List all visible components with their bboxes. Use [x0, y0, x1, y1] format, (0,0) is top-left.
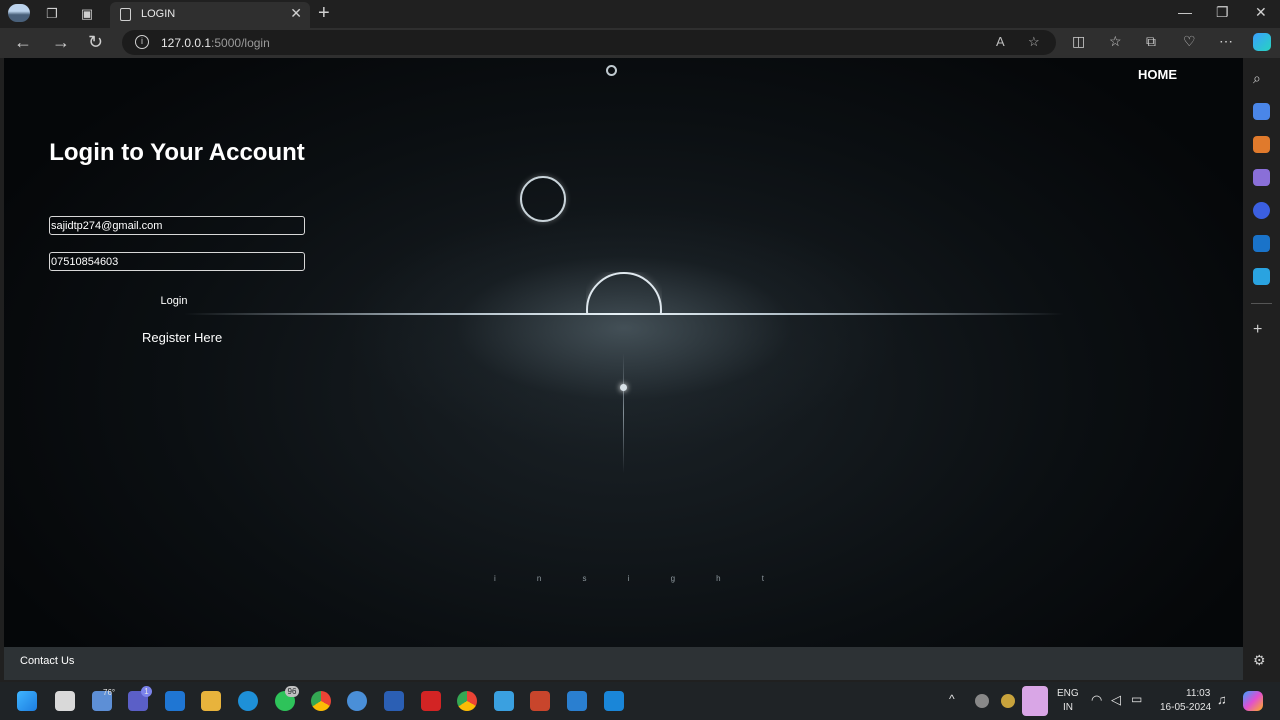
page-icon [120, 8, 131, 21]
bg-letter: i [627, 574, 630, 583]
teams-badge: 1 [141, 686, 152, 697]
bg-letter: t [761, 574, 764, 583]
decorative-ring [520, 176, 566, 222]
search-icon[interactable]: ⌕ [1253, 70, 1270, 87]
close-tab-icon[interactable]: ✕ [290, 5, 302, 22]
drop-icon[interactable] [1253, 268, 1270, 285]
chrome-icon[interactable] [311, 691, 331, 711]
split-screen-icon[interactable]: ◫ [1072, 33, 1085, 50]
bg-letter: h [716, 574, 721, 583]
word-icon[interactable] [384, 691, 404, 711]
new-tab-icon[interactable]: + [318, 2, 330, 25]
workspaces-icon[interactable]: ❐ [43, 5, 61, 23]
tab-title: LOGIN [141, 8, 176, 20]
read-aloud-icon[interactable]: A [996, 34, 1005, 49]
email-input[interactable] [49, 216, 305, 235]
shopping-icon[interactable] [1253, 103, 1270, 120]
collections-icon[interactable]: ⧉ [1146, 33, 1156, 50]
back-icon[interactable]: ← [14, 32, 32, 53]
settings-gear-icon[interactable]: ⚙ [1253, 652, 1270, 669]
url-text: 127.0.0.1:5000/login [161, 36, 270, 50]
clock-time[interactable]: 11:03 [1186, 688, 1210, 699]
outlook-icon[interactable] [1253, 235, 1270, 252]
decorative-vertical-line [623, 353, 624, 473]
address-bar[interactable]: i 127.0.0.1:5000/login A ☆ [122, 30, 1056, 55]
bg-letter: n [536, 574, 542, 583]
photos-icon[interactable] [567, 691, 587, 711]
notifications-bell-icon[interactable]: ♫ [1217, 692, 1227, 707]
file-explorer-icon[interactable] [201, 691, 221, 711]
favorites-icon[interactable]: ☆ [1109, 33, 1122, 50]
profile-avatar[interactable] [8, 4, 30, 22]
mail-icon[interactable] [165, 691, 185, 711]
microphone-icon[interactable] [1022, 686, 1048, 716]
language-indicator-bottom[interactable]: IN [1063, 702, 1073, 713]
sidebar-divider [1251, 303, 1272, 304]
contact-us-link[interactable]: Contact Us [20, 655, 74, 667]
add-icon[interactable]: + [1253, 321, 1270, 338]
calendar-app-icon[interactable] [494, 691, 514, 711]
wifi-icon[interactable]: ◠ [1091, 692, 1102, 708]
clock-date[interactable]: 16-05-2024 [1160, 702, 1211, 713]
sync-icon[interactable] [1001, 694, 1015, 708]
forward-icon[interactable]: → [52, 32, 70, 53]
chrome-profile-icon[interactable] [457, 691, 477, 711]
show-hidden-icons-chevron-icon[interactable]: ^ [949, 692, 955, 706]
task-view-icon[interactable] [55, 691, 75, 711]
refresh-icon[interactable]: ↻ [88, 32, 103, 53]
powerpoint-icon[interactable] [530, 691, 550, 711]
minimize-icon[interactable]: — [1178, 4, 1192, 20]
tools-icon[interactable] [1253, 136, 1270, 153]
onedrive-icon[interactable] [975, 694, 989, 708]
windows-start-icon[interactable] [17, 691, 37, 711]
vscode-icon[interactable] [604, 691, 624, 711]
windows-taskbar: 76° 1 96 ^ ENG IN ◠ ◁ ▭ 11:03 16-05-2024… [0, 682, 1280, 720]
acrobat-icon[interactable] [421, 691, 441, 711]
browser-essentials-icon[interactable]: ♡ [1183, 33, 1196, 50]
weather-temperature: 76° [103, 688, 116, 697]
battery-icon[interactable]: ▭ [1131, 692, 1142, 706]
language-indicator-top[interactable]: ENG [1057, 688, 1079, 699]
browser-toolbar: ← → ↻ i 127.0.0.1:5000/login A ☆ ◫ ☆ ⧉ ♡… [0, 28, 1280, 58]
tab-actions-icon[interactable]: ▣ [78, 5, 96, 23]
login-button[interactable]: Login [149, 295, 199, 307]
tab-login[interactable]: LOGIN ✕ [110, 2, 310, 28]
background-insight-letters: i n s i g h t [494, 574, 764, 583]
close-window-icon[interactable]: ✕ [1255, 4, 1267, 21]
whatsapp-badge: 96 [285, 686, 299, 697]
password-input[interactable] [49, 252, 305, 271]
copilot-taskbar-icon[interactable] [1243, 691, 1263, 711]
decorative-small-circle [606, 65, 617, 76]
site-info-icon[interactable]: i [135, 35, 149, 49]
decorative-glow-dot [620, 384, 627, 391]
games-icon[interactable] [1253, 169, 1270, 186]
page-content: i n s i g h t HOME Login to Your Account… [4, 58, 1243, 647]
microsoft-365-icon[interactable] [1253, 202, 1270, 219]
copilot-icon[interactable] [1253, 33, 1271, 51]
edge-icon[interactable] [238, 691, 258, 711]
edge-sidebar: ⌕ + ⚙ [1243, 58, 1280, 682]
bg-letter: s [582, 574, 587, 583]
bg-letter: i [494, 574, 496, 583]
login-form: Login to Your Account Login Register Her… [49, 138, 305, 345]
register-link[interactable]: Register Here [142, 330, 222, 345]
more-options-icon[interactable]: ⋯ [1219, 33, 1233, 50]
decorative-rising-arc [586, 272, 662, 314]
browser-tab-bar: ❐ ▣ LOGIN ✕ + — ❐ ✕ [0, 0, 1280, 28]
bg-letter: g [670, 574, 676, 583]
page-footer: Contact Us [4, 647, 1243, 680]
volume-icon[interactable]: ◁ [1111, 692, 1121, 708]
login-heading: Login to Your Account [49, 139, 305, 166]
favorite-star-icon[interactable]: ☆ [1028, 34, 1040, 50]
maximize-icon[interactable]: ❐ [1216, 4, 1229, 21]
qbittorrent-icon[interactable] [347, 691, 367, 711]
home-link[interactable]: HOME [1138, 67, 1177, 82]
